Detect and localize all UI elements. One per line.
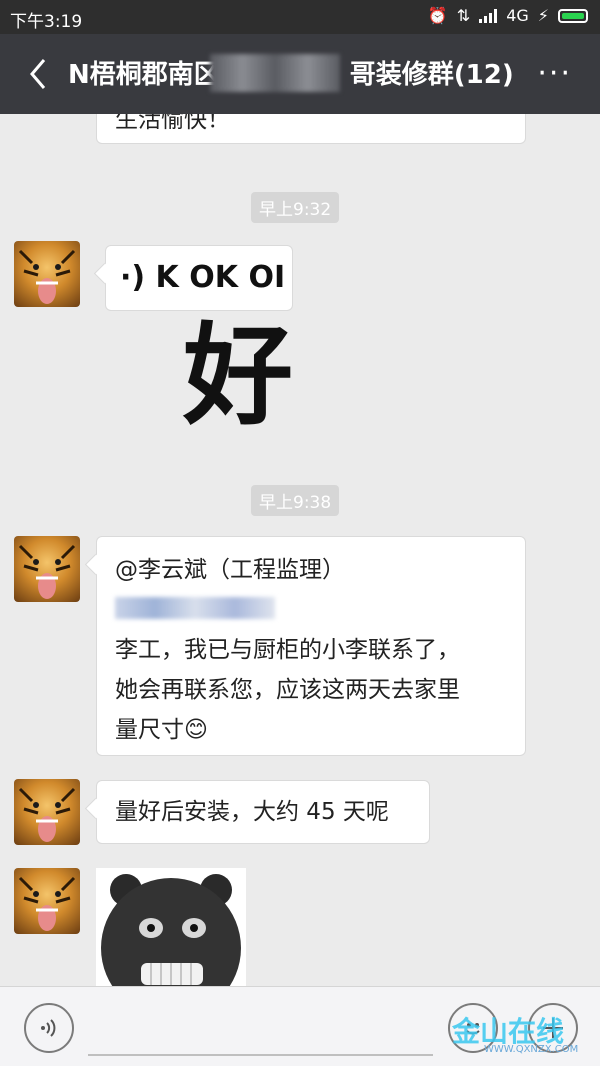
tiger-avatar-icon — [18, 787, 76, 842]
watermark-url: WWW.QXNZX.COM — [484, 1044, 579, 1055]
message-bubble[interactable]: @李云斌（工程监理） 李工，我已与厨柜的小李联系了， 她会再联系您，应该这两天去… — [96, 536, 526, 756]
status-time: 下午3:19 — [10, 12, 83, 32]
message-text-line: 李工，我已与厨柜的小李联系了， — [115, 637, 460, 663]
data-arrows-icon: ⇅ — [456, 6, 471, 25]
voice-message-text: ·) K OK OI — [120, 260, 286, 295]
message-bubble[interactable]: 量好后安装，大约 45 天呢 — [96, 780, 430, 844]
chat-message-list[interactable]: 生活愉快！ 早上9:32 ·) K OK OI 好 早上9:38 @李云斌（工程… — [0, 114, 600, 986]
voice-message-bubble[interactable]: ·) K OK OI — [105, 245, 293, 311]
avatar[interactable] — [14, 868, 80, 934]
message-text: 生活愉快！ — [115, 114, 230, 133]
charging-icon: ⚡ — [537, 6, 549, 25]
redacted-title-segment — [210, 54, 340, 92]
bear-face-sticker-icon — [101, 874, 241, 986]
tiger-avatar-icon — [18, 876, 76, 931]
sticker-text[interactable]: 好 — [183, 321, 293, 431]
signal-icon — [479, 8, 498, 23]
redacted-text — [115, 597, 275, 619]
voice-toggle-button[interactable] — [24, 1003, 74, 1053]
battery-icon — [558, 8, 588, 23]
chat-title-right: 哥装修群(12) — [349, 60, 514, 90]
status-bar: 下午3:19 ⏰ ⇅ 4G ⚡ — [0, 0, 600, 34]
more-menu-button[interactable]: ··· — [537, 56, 572, 91]
smile-emoji-icon: 😊 — [184, 717, 208, 743]
message-text-line: 量尺寸 — [115, 717, 184, 743]
message-text: 量好后安装，大约 45 天呢 — [115, 799, 389, 825]
avatar[interactable] — [14, 779, 80, 845]
mention-text[interactable]: @李云斌（工程监理） — [115, 551, 345, 589]
chat-title-left: N梧桐郡南区 — [68, 60, 220, 90]
network-type: 4G — [506, 6, 529, 25]
avatar[interactable] — [14, 241, 80, 307]
sticker-image[interactable] — [96, 868, 246, 986]
chat-header: N梧桐郡南区 哥装修群(12) ··· — [0, 34, 600, 114]
avatar[interactable] — [14, 536, 80, 602]
status-icons: ⏰ ⇅ 4G ⚡ — [428, 6, 588, 25]
chevron-left-icon — [30, 59, 46, 89]
timestamp: 早上9:38 — [251, 485, 340, 516]
message-bubble[interactable]: 生活愉快！ — [96, 114, 526, 144]
back-button[interactable] — [20, 54, 60, 94]
alarm-icon: ⏰ — [427, 6, 448, 25]
message-text-line: 她会再联系您，应该这两天去家里 — [115, 677, 460, 703]
message-input[interactable] — [88, 1054, 433, 1056]
voice-icon — [41, 1019, 56, 1037]
timestamp: 早上9:32 — [251, 192, 340, 223]
tiger-avatar-icon — [18, 249, 76, 304]
tiger-avatar-icon — [18, 544, 76, 599]
